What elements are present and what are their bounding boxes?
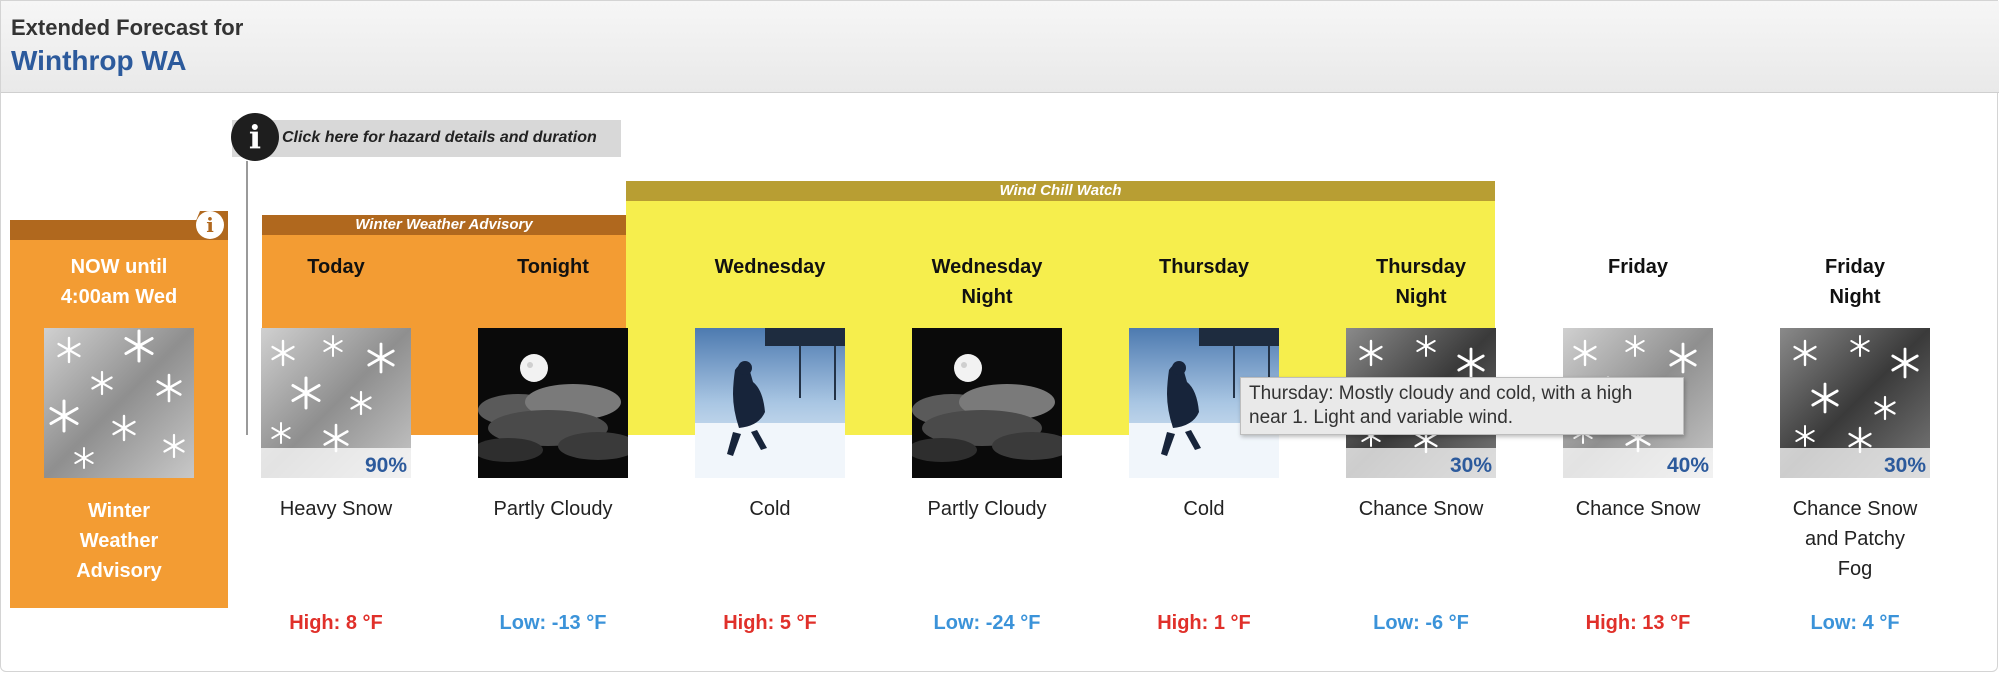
- info-icon[interactable]: i: [231, 113, 279, 161]
- high-temperature: High: 5 °F: [723, 612, 817, 634]
- hazard-details-link[interactable]: Click here for hazard details and durati…: [232, 120, 621, 157]
- period-short-description: Chance Snow and Patchy Fog: [1792, 498, 1918, 580]
- now-period-label: NOW until 4:00am Wed: [60, 256, 178, 308]
- hazard-timeline-marker: [246, 161, 248, 435]
- heavy-snow-icon[interactable]: 90%: [261, 328, 411, 478]
- period-name: Thursday Night: [1375, 256, 1467, 308]
- period-short-description: Chance Snow: [1575, 498, 1701, 520]
- snowflakes-icon[interactable]: [44, 328, 194, 478]
- period-short-description: Partly Cloudy: [927, 498, 1047, 520]
- period-name: Friday: [1607, 256, 1669, 278]
- period-short-description: Chance Snow: [1358, 498, 1484, 520]
- hazard-details-link-text[interactable]: Click here for hazard details and durati…: [282, 129, 597, 147]
- partly-cloudy-night-icon[interactable]: [912, 328, 1062, 478]
- period-name: Wednesday Night: [931, 256, 1043, 308]
- info-icon[interactable]: i: [196, 211, 224, 239]
- low-temperature: Low: 4 °F: [1810, 612, 1900, 634]
- period-name: Thursday: [1158, 256, 1250, 278]
- low-temperature: Low: -13 °F: [499, 612, 607, 634]
- chance-snow-night-icon[interactable]: 30%: [1780, 328, 1930, 478]
- period-short-description: Heavy Snow: [279, 498, 393, 520]
- partly-cloudy-night-icon[interactable]: [478, 328, 628, 478]
- high-temperature: High: 8 °F: [289, 612, 383, 634]
- panel-header-label: Extended Forecast for: [11, 15, 244, 40]
- winter-weather-advisory-label[interactable]: Winter Weather Advisory: [262, 216, 626, 233]
- precip-probability: 40%: [1666, 454, 1709, 477]
- high-temperature: High: 13 °F: [1585, 612, 1691, 634]
- cold-icon[interactable]: [695, 328, 845, 478]
- precip-probability: 90%: [364, 454, 407, 477]
- precip-probability: 30%: [1449, 454, 1492, 477]
- forecast-location: Winthrop WA: [11, 45, 187, 76]
- period-short-description: Cold: [1183, 498, 1225, 520]
- forecast-tooltip: Thursday: Mostly cloudy and cold, with a…: [1240, 377, 1684, 435]
- period-short-description: Cold: [749, 498, 791, 520]
- period-name: Tonight: [517, 256, 589, 278]
- panel-header: Extended Forecast for Winthrop WA: [1, 1, 1999, 93]
- low-temperature: Low: -24 °F: [933, 612, 1041, 634]
- period-name: Today: [307, 256, 365, 278]
- precip-probability: 30%: [1883, 454, 1926, 477]
- wind-chill-watch-label[interactable]: Wind Chill Watch: [626, 182, 1495, 199]
- now-hazard-name: Winter Weather Advisory: [76, 500, 162, 582]
- period-name: Friday Night: [1824, 256, 1886, 308]
- period-short-description: Partly Cloudy: [493, 498, 613, 520]
- period-name: Wednesday: [714, 256, 826, 278]
- high-temperature: High: 1 °F: [1157, 612, 1251, 634]
- low-temperature: Low: -6 °F: [1373, 612, 1469, 634]
